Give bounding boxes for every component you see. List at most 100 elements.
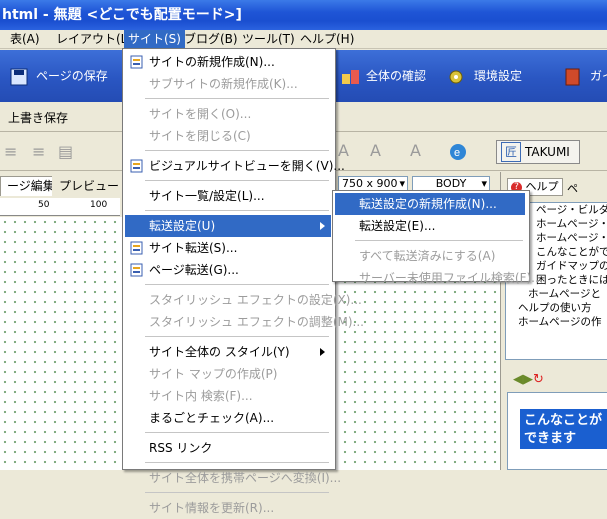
site-menu-label: スタイリッシュ エフェクトの調整(M)... xyxy=(149,315,364,329)
ruler: 50 100 xyxy=(0,198,120,216)
env-settings-button[interactable]: 環境設定 xyxy=(448,63,522,89)
site-menu-item: サイト内 検索(F)... xyxy=(125,385,331,407)
site-menu-item: スタイリッシュ エフェクトの設定(X)... xyxy=(125,289,362,311)
menu-separator xyxy=(145,432,329,433)
page-transfer-icon xyxy=(129,262,145,278)
site-menu-item: サイトを開く(O)... xyxy=(125,103,331,125)
chevron-down-icon: ▾ xyxy=(481,177,487,190)
tree-item[interactable]: ホームページの作 xyxy=(506,315,607,329)
new-site-icon xyxy=(129,54,145,70)
site-menu-item: サイトを閉じる(C) xyxy=(125,125,331,147)
site-view-icon xyxy=(129,158,145,174)
site-menu-item: サブサイトの新規作成(K)... xyxy=(125,73,331,95)
menu-table[interactable]: 表(A) xyxy=(6,30,44,49)
site-menu-item[interactable]: サイトの新規作成(N)... xyxy=(125,51,331,73)
site-menu-item[interactable]: サイト一覧/設定(L)... xyxy=(125,185,331,207)
menu-bar: 表(A) レイアウト(L) サイト(S) ブログ(B) ツール(T) ヘルプ(H… xyxy=(0,30,607,49)
align-left-icon[interactable]: ≡ xyxy=(4,142,24,161)
menu-tools[interactable]: ツール(T) xyxy=(238,30,299,49)
help-content: こんなことが できます xyxy=(507,392,607,470)
site-menu: サイトの新規作成(N)... サブサイトの新規作成(K)... サイトを開く(O).… xyxy=(122,48,364,515)
tab-page[interactable]: ペ xyxy=(567,180,578,196)
nav-arrows[interactable]: ◀▶↻ xyxy=(513,372,544,387)
site-menu-label: ページ転送(G)... xyxy=(149,263,239,277)
site-menu-item: スタイリッシュ エフェクトの調整(M)... xyxy=(125,311,364,333)
site-menu-item[interactable]: RSS リンク xyxy=(125,437,331,459)
submenu-arrow-icon xyxy=(320,348,325,356)
site-menu-label: サイト マップの作成(P) xyxy=(149,367,278,381)
site-menu-item[interactable]: ページ転送(G)... xyxy=(125,259,331,281)
site-menu-item: サイト情報を更新(R)... xyxy=(125,497,331,519)
transfer-menu-label: すべて転送済みにする(A) xyxy=(359,249,496,263)
window-title: html - 無題 <どこでも配置モード>] xyxy=(2,7,242,23)
transfer-menu-label: 転送設定(E)... xyxy=(359,219,436,233)
book-icon xyxy=(564,68,582,86)
site-menu-item: サイト全体を携帯ページへ変換(I)... xyxy=(125,467,341,489)
transfer-menu-item: サーバー未使用ファイル検索(F)... xyxy=(335,267,543,289)
transfer-submenu: 転送設定の新規作成(N)... 転送設定(E)... すべて転送済みにする(A) サー… xyxy=(332,190,543,285)
list-icon[interactable]: ▤ xyxy=(58,142,78,161)
takumi-button[interactable]: 匠 TAKUMI xyxy=(496,140,580,164)
submenu-arrow-icon xyxy=(320,222,325,230)
svg-text:e: e xyxy=(454,147,460,159)
site-menu-label: サイト転送(S)... xyxy=(149,241,238,255)
site-menu-label: 転送設定(U) xyxy=(149,219,216,233)
site-menu-label: サイトの新規作成(N)... xyxy=(149,55,275,69)
forward-icon[interactable]: ▶ xyxy=(523,372,533,387)
font-a-small-icon[interactable]: A xyxy=(370,141,381,160)
site-menu-label: スタイリッシュ エフェクトの設定(X)... xyxy=(149,293,362,307)
menu-blog[interactable]: ブログ(B) xyxy=(180,30,242,49)
page-save-button[interactable]: ページの保存 xyxy=(10,63,108,89)
menu-separator xyxy=(355,240,523,241)
site-menu-item[interactable]: ビジュアルサイトビューを開く(V)... xyxy=(125,155,345,177)
site-menu-label: サイト全体の スタイル(Y) xyxy=(149,345,290,359)
site-menu-label: RSS リンク xyxy=(149,441,213,455)
ie-icon[interactable]: e xyxy=(446,141,470,163)
menu-separator xyxy=(145,98,329,99)
overwrite-save-button[interactable]: 上書き保存 xyxy=(8,109,68,126)
tree-item[interactable]: ホームページと xyxy=(506,287,607,301)
check-icon xyxy=(340,68,359,86)
site-menu-label: サイトを開く(O)... xyxy=(149,107,252,121)
transfer-menu-item: すべて転送済みにする(A) xyxy=(335,245,525,267)
menu-separator xyxy=(145,150,329,151)
site-menu-item: サイト マップの作成(P) xyxy=(125,363,331,385)
tree-item[interactable]: ヘルプの使い方 xyxy=(506,301,607,315)
gear-icon xyxy=(448,68,466,86)
font-color-icon[interactable]: A xyxy=(410,141,421,160)
site-menu-label: サイト全体を携帯ページへ変換(I)... xyxy=(149,471,342,485)
guide-button[interactable]: ガイ xyxy=(564,63,607,89)
site-menu-label: サイト情報を更新(R)... xyxy=(149,501,275,515)
menu-site[interactable]: サイト(S) xyxy=(124,30,185,49)
title-bar: html - 無題 <どこでも配置モード>] xyxy=(0,0,607,30)
site-transfer-icon xyxy=(129,240,145,256)
tab-preview[interactable]: プレビュー xyxy=(52,176,127,196)
site-menu-label: サイトを閉じる(C) xyxy=(149,129,251,143)
menu-separator xyxy=(145,284,329,285)
site-menu-item[interactable]: サイト全体の スタイル(Y) xyxy=(125,341,331,363)
site-menu-item[interactable]: まるごとチェック(A)... xyxy=(125,407,331,429)
transfer-menu-label: サーバー未使用ファイル検索(F)... xyxy=(359,271,543,285)
takumi-icon: 匠 xyxy=(501,142,521,162)
menu-separator xyxy=(145,210,329,211)
back-icon[interactable]: ◀ xyxy=(513,372,523,387)
menu-help[interactable]: ヘルプ(H) xyxy=(296,30,358,49)
help-banner[interactable]: こんなことが できます xyxy=(520,409,607,449)
refresh-icon[interactable]: ↻ xyxy=(533,372,544,387)
menu-separator xyxy=(145,462,329,463)
site-menu-label: サイト一覧/設定(L)... xyxy=(149,189,265,203)
transfer-menu-item[interactable]: 転送設定の新規作成(N)... xyxy=(335,193,525,215)
align-right-icon[interactable]: ≡ xyxy=(32,142,52,161)
site-menu-label: サイト内 検索(F)... xyxy=(149,389,253,403)
menu-separator xyxy=(145,336,329,337)
menu-separator xyxy=(145,492,329,493)
menu-separator xyxy=(145,180,329,181)
transfer-menu-label: 転送設定の新規作成(N)... xyxy=(359,197,497,211)
transfer-menu-item[interactable]: 転送設定(E)... xyxy=(335,215,525,237)
site-menu-item[interactable]: サイト転送(S)... xyxy=(125,237,331,259)
check-all-button[interactable]: 全体の確認 xyxy=(340,63,426,89)
site-menu-item[interactable]: 転送設定(U) xyxy=(125,215,331,237)
ruler-mark: 100 xyxy=(90,200,108,210)
chevron-down-icon: ▾ xyxy=(399,177,405,190)
site-menu-label: ビジュアルサイトビューを開く(V)... xyxy=(149,159,345,173)
